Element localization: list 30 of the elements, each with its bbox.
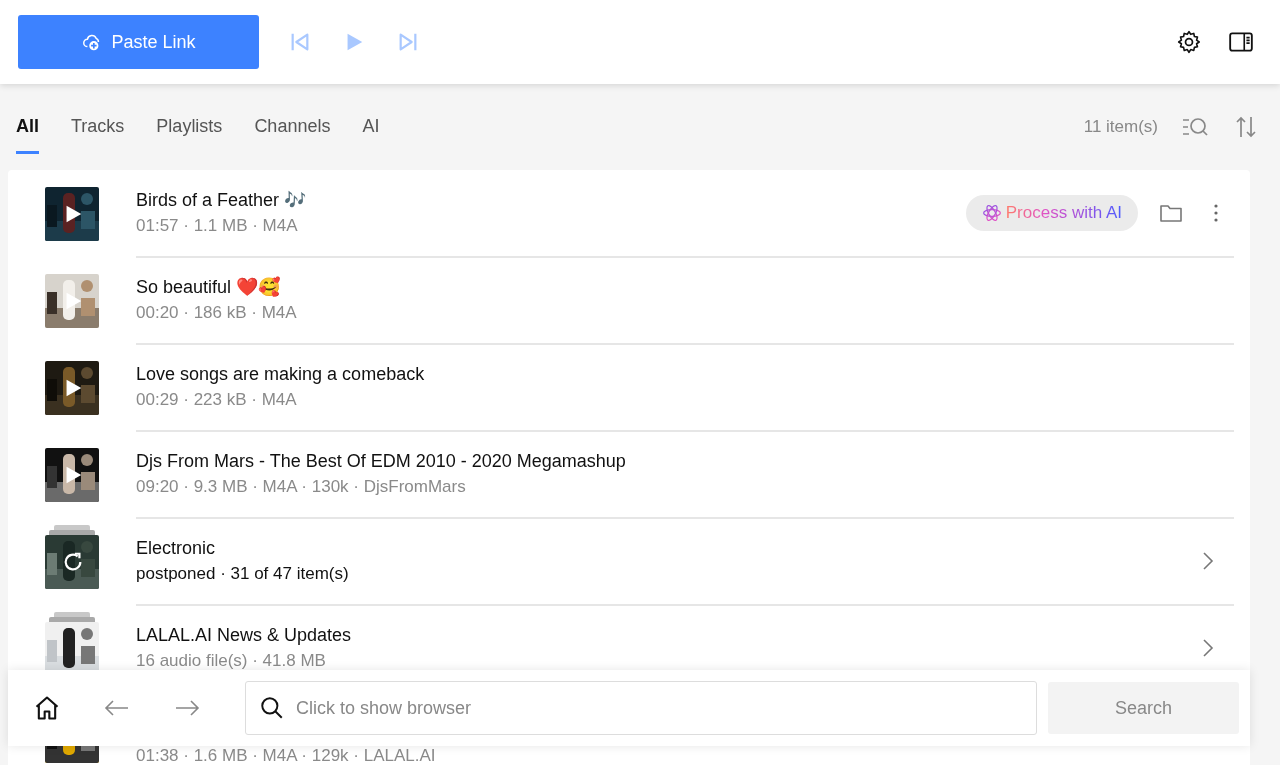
row-details: 01:38 · 1.6 MB · M4A · 129k · LALAL.AI [136, 747, 437, 764]
tab[interactable]: Channels [254, 104, 331, 154]
atom-icon [981, 202, 1002, 223]
row-title: So beautiful ❤🥰 [136, 276, 282, 298]
tab[interactable]: All [16, 104, 39, 154]
chevron-right-icon[interactable] [1200, 550, 1216, 571]
row-title: Birds of a Feather 🎶 [136, 189, 308, 211]
search-icon [259, 695, 285, 721]
sidebar-toggle-icon[interactable] [1228, 29, 1254, 55]
row-details: 00:20 · 186 kB · M4A [136, 303, 298, 323]
paste-link-button[interactable]: Paste Link [18, 15, 259, 69]
tab[interactable]: Playlists [156, 104, 223, 154]
tab[interactable]: Tracks [71, 104, 125, 154]
process-ai-button[interactable]: Process with AI [965, 194, 1138, 231]
row-details: 16 audio file(s) · 41.8 MB [136, 650, 327, 671]
sort-icon[interactable] [1234, 114, 1258, 140]
search-field[interactable]: Click to show browser [245, 681, 1037, 735]
row-details: 01:57 · 1.1 MB · M4A [136, 216, 299, 236]
row-details: 00:29 · 223 kB · M4A [136, 389, 298, 410]
row-title: Love songs are making a comeback [136, 363, 426, 385]
tab[interactable]: AI [362, 104, 380, 154]
row-details: 09:20 · 9.3 MB · M4A · 130k · DjsFromMars [136, 476, 467, 497]
row-title: Electronic [136, 537, 217, 559]
chevron-right-icon[interactable] [1200, 637, 1216, 658]
row-title: LALAL.AI News & Updates [136, 624, 353, 646]
row-details: postponed · 31 of 47 item(s) [136, 563, 350, 584]
row-title: Djs From Mars - The Best Of EDM 2010 - 2020 Megamashup [136, 450, 627, 472]
item-count: 11 item(s) [1083, 117, 1158, 137]
settings-icon[interactable] [1176, 29, 1202, 55]
home-icon[interactable] [33, 694, 61, 722]
